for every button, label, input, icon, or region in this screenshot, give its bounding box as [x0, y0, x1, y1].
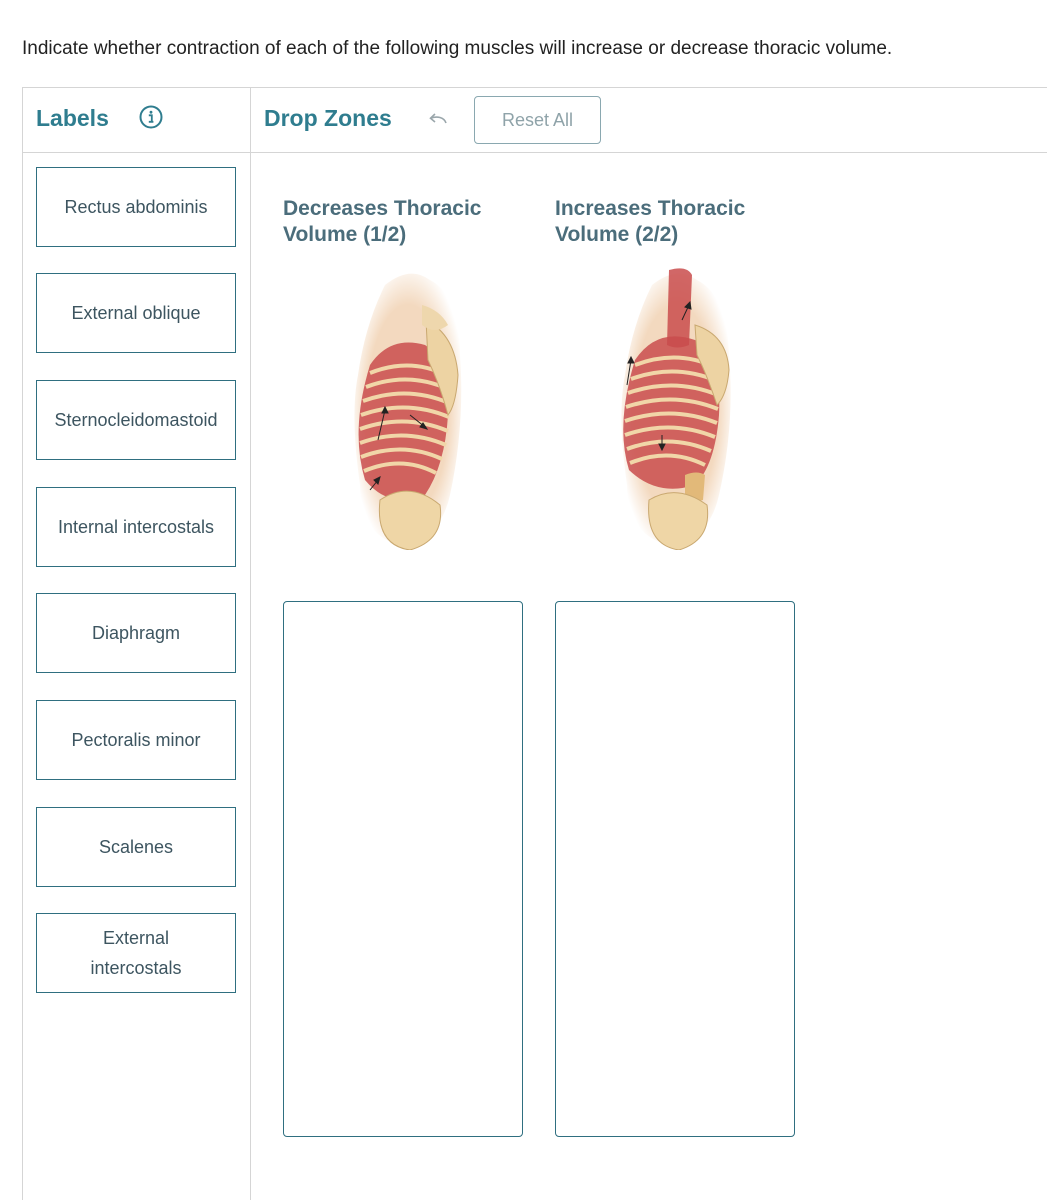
label-card-pectoralis-minor[interactable]: Pectoralis minor: [36, 700, 236, 780]
instructions-text: Indicate whether contraction of each of …: [22, 38, 893, 59]
label-card-internal-intercostals[interactable]: Internal intercostals: [36, 487, 236, 567]
drop-zone-increases[interactable]: [555, 601, 795, 1137]
thorax-expiration-illustration: [354, 273, 462, 550]
info-circle-icon[interactable]: [139, 105, 163, 129]
drop-zone-decreases[interactable]: [283, 601, 523, 1137]
drop-zones-heading: Drop Zones: [264, 105, 392, 131]
label-card-rectus-abdominis[interactable]: Rectus abdominis: [36, 167, 236, 247]
header-divider: [22, 152, 1047, 153]
label-card-external-intercostals[interactable]: External intercostals: [36, 913, 236, 993]
zone-title-increases: Increases Thoracic Volume (2/2): [555, 197, 746, 246]
label-card-diaphragm[interactable]: Diaphragm: [36, 593, 236, 673]
label-card-external-oblique[interactable]: External oblique: [36, 273, 236, 353]
label-card-sternocleidomastoid[interactable]: Sternocleidomastoid: [36, 380, 236, 460]
column-divider: [250, 87, 251, 1200]
thorax-inspiration-illustration: [621, 268, 731, 550]
reset-all-button[interactable]: Reset All: [474, 96, 601, 144]
zone-title-decreases: Decreases Thoracic Volume (1/2): [283, 197, 482, 246]
label-card-scalenes[interactable]: Scalenes: [36, 807, 236, 887]
undo-arrow-icon[interactable]: [427, 110, 449, 128]
labels-heading: Labels: [36, 105, 109, 131]
